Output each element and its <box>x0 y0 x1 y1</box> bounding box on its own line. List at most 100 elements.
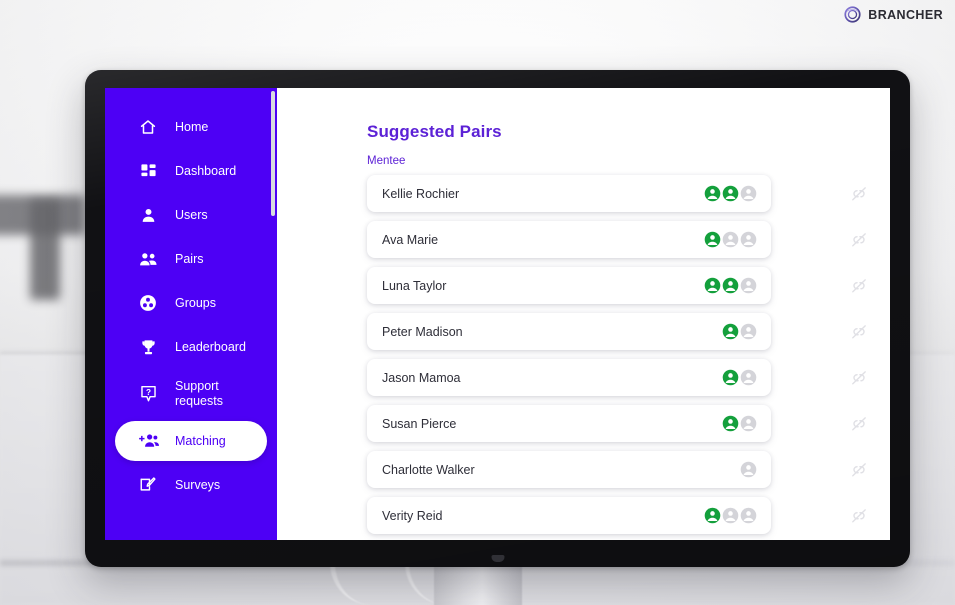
avatar-filled-icon <box>722 369 739 386</box>
unlink-broken-chain-icon[interactable] <box>849 368 869 388</box>
suggested-pair-row-wrapper: Jason Mamoa <box>367 359 890 396</box>
mentee-name: Kellie Rochier <box>382 186 460 201</box>
suggested-pairs-list: Kellie Rochier Ava Marie Luna Taylor Peter … <box>367 175 890 534</box>
sidebar-navigation: Home Dashboard Users Pairs Groups Leader… <box>105 88 277 540</box>
avatar-filled-icon <box>704 231 721 248</box>
unlink-broken-chain-icon[interactable] <box>849 184 869 204</box>
groups-circle-icon <box>137 292 159 314</box>
mentor-slot-indicators <box>704 277 757 294</box>
table-row[interactable]: Ava Marie <box>367 221 771 258</box>
avatar-empty-icon <box>740 231 757 248</box>
table-row[interactable]: Jason Mamoa <box>367 359 771 396</box>
suggested-pair-row-wrapper: Verity Reid <box>367 497 890 534</box>
avatar-filled-icon <box>722 415 739 432</box>
sidebar-item-support-requests[interactable]: ? Support requests <box>115 371 267 417</box>
mentor-slot-indicators <box>722 415 757 432</box>
brancher-web-app: Home Dashboard Users Pairs Groups Leader… <box>105 88 890 540</box>
avatar-empty-icon <box>740 277 757 294</box>
page-title: Suggested Pairs <box>367 122 502 141</box>
avatar-filled-icon <box>704 185 721 202</box>
main-content: Suggested Pairs Mentee Kellie Rochier Ava… <box>277 88 890 540</box>
avatar-empty-icon <box>740 461 757 478</box>
mentee-column-label: Mentee <box>367 155 406 167</box>
unlink-broken-chain-icon[interactable] <box>849 460 869 480</box>
avatar-empty-icon <box>740 185 757 202</box>
brancher-logo: BRANCHER <box>844 6 943 23</box>
unlink-broken-chain-icon[interactable] <box>849 414 869 434</box>
brancher-logo-text: BRANCHER <box>868 7 943 22</box>
mentor-slot-indicators <box>704 507 757 524</box>
avatar-filled-icon <box>704 277 721 294</box>
sidebar-label: Users <box>175 207 208 222</box>
suggested-pair-row-wrapper: Charlotte Walker <box>367 451 890 488</box>
suggested-pair-row-wrapper: Kellie Rochier <box>367 175 890 212</box>
monitor-screen: Home Dashboard Users Pairs Groups Leader… <box>105 88 890 540</box>
mentee-name: Peter Madison <box>382 324 463 339</box>
add-people-icon <box>137 430 159 452</box>
survey-pencil-icon <box>137 474 159 496</box>
suggested-pair-row-wrapper: Peter Madison <box>367 313 890 350</box>
avatar-empty-icon <box>740 369 757 386</box>
sidebar-item-surveys[interactable]: Surveys <box>115 465 267 505</box>
mentee-name: Charlotte Walker <box>382 462 475 477</box>
screenshot-scene: BRANCHER Home Dashboard Users Pairs Grou… <box>0 0 955 605</box>
brancher-circle-logo-icon <box>844 6 861 23</box>
unlink-broken-chain-icon[interactable] <box>849 506 869 526</box>
mentor-slot-indicators <box>722 323 757 340</box>
sidebar-item-leaderboard[interactable]: Leaderboard <box>115 327 267 367</box>
monitor-bezel: Home Dashboard Users Pairs Groups Leader… <box>85 70 910 567</box>
suggested-pair-row-wrapper: Luna Taylor <box>367 267 890 304</box>
sidebar-item-pairs[interactable]: Pairs <box>115 239 267 279</box>
sidebar-label: Surveys <box>175 477 221 492</box>
sidebar-label: Pairs <box>175 251 204 266</box>
mentor-slot-indicators <box>722 369 757 386</box>
sidebar-item-matching[interactable]: Matching <box>115 421 267 461</box>
mentor-slot-indicators <box>704 231 757 248</box>
sidebar-label: Dashboard <box>175 163 237 178</box>
monitor-stand <box>433 565 522 605</box>
mentee-name: Verity Reid <box>382 508 443 523</box>
trophy-icon <box>137 336 159 358</box>
avatar-empty-icon <box>722 231 739 248</box>
sidebar-item-home[interactable]: Home <box>115 107 267 147</box>
mentee-name: Susan Pierce <box>382 416 457 431</box>
avatar-empty-icon <box>722 507 739 524</box>
sidebar-label: Leaderboard <box>175 339 246 354</box>
sidebar-scrollbar[interactable] <box>271 91 275 216</box>
table-row[interactable]: Susan Pierce <box>367 405 771 442</box>
home-icon <box>137 116 159 138</box>
sidebar-label: Home <box>175 119 209 134</box>
avatar-filled-icon <box>722 185 739 202</box>
avatar-filled-icon <box>722 323 739 340</box>
avatar-empty-icon <box>740 415 757 432</box>
suggested-pair-row-wrapper: Susan Pierce <box>367 405 890 442</box>
avatar-empty-icon <box>740 507 757 524</box>
sidebar-label: Support requests <box>175 379 223 408</box>
people-pair-icon <box>137 248 159 270</box>
sidebar-item-dashboard[interactable]: Dashboard <box>115 151 267 191</box>
table-row[interactable]: Verity Reid <box>367 497 771 534</box>
mentor-slot-indicators <box>704 185 757 202</box>
mentee-name: Ava Marie <box>382 232 439 247</box>
dashboard-grid-icon <box>137 160 159 182</box>
sidebar-label: Groups <box>175 295 216 310</box>
monitor-brand-dot <box>491 555 504 562</box>
table-row[interactable]: Luna Taylor <box>367 267 771 304</box>
unlink-broken-chain-icon[interactable] <box>849 322 869 342</box>
sidebar-item-groups[interactable]: Groups <box>115 283 267 323</box>
question-help-icon: ? <box>137 383 159 405</box>
avatar-filled-icon <box>722 277 739 294</box>
mentee-name: Jason Mamoa <box>382 370 461 385</box>
table-row[interactable]: Peter Madison <box>367 313 771 350</box>
svg-text:?: ? <box>145 388 150 397</box>
unlink-broken-chain-icon[interactable] <box>849 276 869 296</box>
table-row[interactable]: Charlotte Walker <box>367 451 771 488</box>
unlink-broken-chain-icon[interactable] <box>849 230 869 250</box>
table-row[interactable]: Kellie Rochier <box>367 175 771 212</box>
sidebar-label: Matching <box>175 433 226 448</box>
avatar-empty-icon <box>740 323 757 340</box>
suggested-pair-row-wrapper: Ava Marie <box>367 221 890 258</box>
person-icon <box>137 204 159 226</box>
sidebar-item-users[interactable]: Users <box>115 195 267 235</box>
avatar-filled-icon <box>704 507 721 524</box>
